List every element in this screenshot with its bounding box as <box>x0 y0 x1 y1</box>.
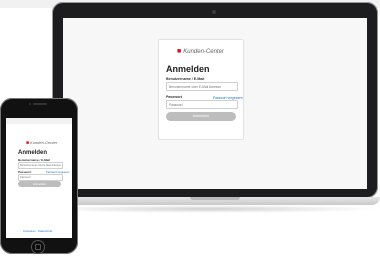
password-label: Passwort <box>166 95 182 99</box>
login-button[interactable]: Anmelden <box>166 112 236 121</box>
forgot-password-link[interactable]: Passwort vergessen <box>213 96 243 100</box>
laptop-shadow <box>36 205 380 213</box>
phone-camera <box>29 103 31 105</box>
laptop-notch <box>190 197 240 200</box>
page-title: Anmelden <box>166 64 210 74</box>
phone-footer-link[interactable]: Impressum · Datenschutz <box>23 230 53 233</box>
brand-logo: ■ Kunden-Center <box>177 48 224 55</box>
phone-username-input[interactable]: Benutzername oder E-Mail Adresse <box>18 162 63 169</box>
username-input[interactable]: Benutzername oder E-Mail Adresse <box>166 82 238 91</box>
phone-page-title: Anmelden <box>18 150 48 156</box>
phone-brand-logo: ■Kunden-Center <box>26 140 57 146</box>
password-placeholder: Passwort <box>169 102 183 107</box>
home-icon <box>35 244 41 250</box>
phone-password-input[interactable]: Passwort <box>18 174 63 181</box>
laptop-camera <box>212 10 216 14</box>
brand-logo-icon: ■ <box>177 48 182 55</box>
phone-speaker <box>33 103 47 105</box>
phone-password-placeholder: Passwort <box>20 176 31 179</box>
username-placeholder: Benutzername oder E-Mail Adresse <box>169 84 222 89</box>
password-input[interactable]: Passwort <box>166 100 238 109</box>
phone-brand-name: Kunden-Center <box>30 140 58 145</box>
phone-login-button[interactable]: Anmelden <box>18 181 61 187</box>
phone-username-placeholder: Benutzername oder E-Mail Adresse <box>20 164 61 167</box>
username-label: Benutzername / E-Mail <box>166 77 205 81</box>
login-card: ■ Kunden-Center Anmelden Benutzername / E… <box>158 39 244 140</box>
phone-brand-logo-icon: ■ <box>26 140 30 146</box>
laptop-screen: ■ Kunden-Center Anmelden Benutzername / E… <box>63 18 367 189</box>
phone-status-bar <box>6 118 72 124</box>
brand-name: Kunden-Center <box>183 49 224 55</box>
phone-screen: ■Kunden-Center Anmelden Benutzername / E… <box>6 118 72 238</box>
